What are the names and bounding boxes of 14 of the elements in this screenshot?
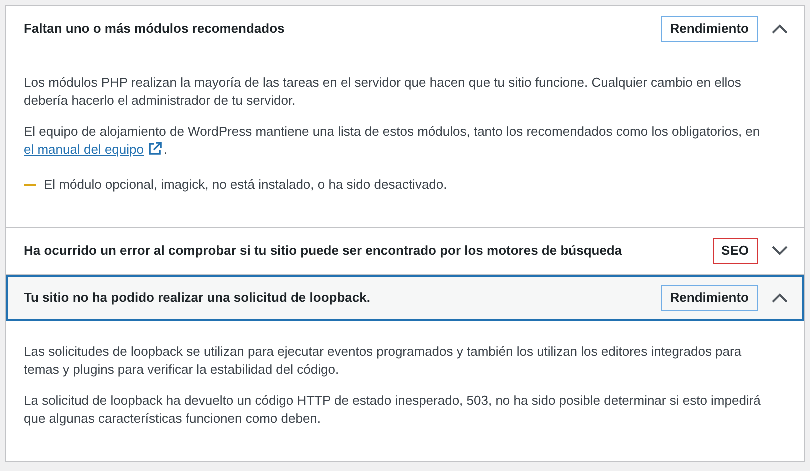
chevron-up-icon	[772, 293, 788, 303]
paragraph: Los módulos PHP realizan la mayoría de las tareas en el servidor que hacen que tu sitio funcione. Cualquier cambio en ellos debería hacerlo el administrador de tu servidor.	[24, 74, 742, 110]
notice-text: El módulo opcional, imagick, no está instalado, o ha sido desactivado.	[44, 176, 448, 194]
category-badge: SEO	[712, 238, 758, 264]
chevron-down-icon	[772, 246, 788, 256]
manual-link[interactable]: el manual del equipo	[24, 142, 144, 157]
accordion-header[interactable]: Tu sitio no ha podido realizar una solicitud de loopback. Rendimiento	[6, 275, 804, 321]
external-link-icon	[148, 142, 162, 156]
paragraph: El equipo de alojamiento de WordPress mantiene una lista de estos módulos, tanto los recomendados como los obligatorios, en el manual del equipo .	[24, 123, 762, 159]
paragraph: Las solicitudes de loopback se utilizan para ejecutar eventos programados y también los utilizan los editores integrados para temas y plugins para verificar la estabilidad del código.	[24, 343, 743, 379]
paragraph: La solicitud de loopback ha devuelto un código HTTP de estado inesperado, 503, no ha sido posible determinar si esto impedirá que algunas características funcionen como deben.	[24, 392, 762, 428]
chevron-up-icon	[772, 24, 788, 34]
category-badge: Rendimiento	[661, 16, 758, 42]
category-badge: Rendimiento	[661, 285, 758, 311]
